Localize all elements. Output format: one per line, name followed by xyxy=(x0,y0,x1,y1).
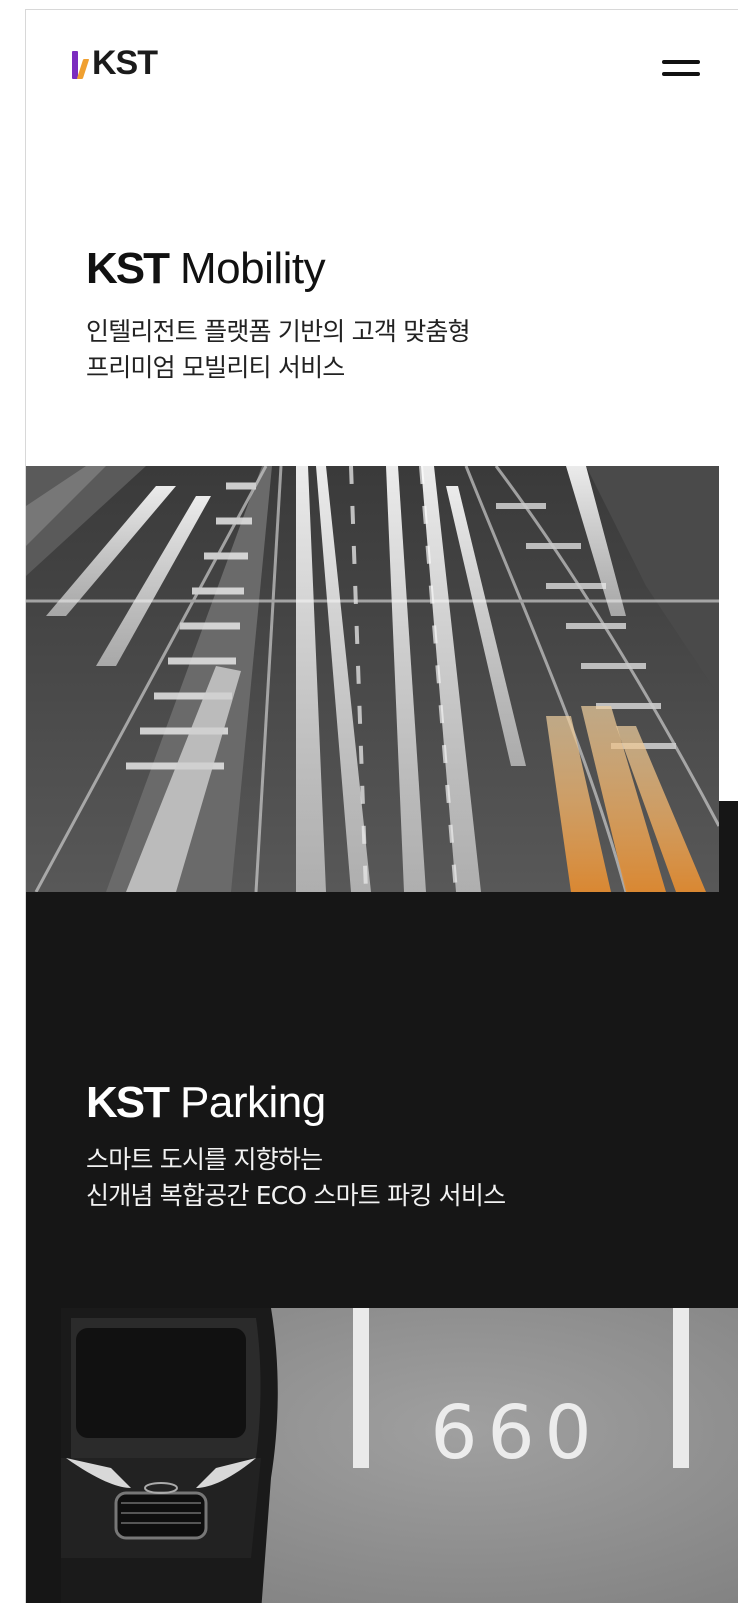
mobility-title: KST Mobility xyxy=(86,244,326,294)
parking-section: KST Parking 스마트 도시를 지향하는 신개념 복합공간 ECO 스마… xyxy=(26,892,738,1603)
hamburger-menu-icon[interactable] xyxy=(662,56,702,80)
highway-illustration xyxy=(26,466,719,892)
parking-illustration: 660 xyxy=(61,1308,738,1603)
mobility-title-word: Mobility xyxy=(180,244,326,293)
parking-spot-number: 660 xyxy=(430,1390,601,1476)
parking-title: KST Parking xyxy=(86,1078,326,1128)
parking-section-edge xyxy=(719,801,738,892)
site-header: KST xyxy=(26,10,738,120)
parking-title-word: Parking xyxy=(180,1078,326,1127)
kst-logo[interactable]: KST xyxy=(70,44,158,82)
highway-light-trails-photo xyxy=(26,466,719,892)
mobility-desc-line-2: 프리미엄 모빌리티 서비스 xyxy=(86,353,345,382)
logo-text: KST xyxy=(92,44,158,82)
kst-logo-mark-icon xyxy=(70,49,90,79)
mobility-desc-line-1: 인텔리전트 플랫폼 기반의 고객 맞춤형 xyxy=(86,317,471,346)
page-frame: KST KST Mobility 인텔리전트 플랫폼 기반의 고객 맞춤형 프리… xyxy=(25,9,738,1603)
parking-lot-car-photo: 660 xyxy=(61,1308,738,1603)
parking-title-brand: KST xyxy=(86,1078,170,1127)
parking-desc-line-2: 신개념 복합공간 ECO 스마트 파킹 서비스 xyxy=(86,1181,506,1210)
parking-description: 스마트 도시를 지향하는 신개념 복합공간 ECO 스마트 파킹 서비스 xyxy=(86,1142,506,1214)
car-icon xyxy=(61,1308,278,1603)
mobility-title-brand: KST xyxy=(86,244,170,293)
mobility-section: KST Mobility 인텔리전트 플랫폼 기반의 고객 맞춤형 프리미엄 모… xyxy=(26,120,738,476)
parking-desc-line-1: 스마트 도시를 지향하는 xyxy=(86,1145,323,1174)
mobility-description: 인텔리전트 플랫폼 기반의 고객 맞춤형 프리미엄 모빌리티 서비스 xyxy=(86,314,471,386)
